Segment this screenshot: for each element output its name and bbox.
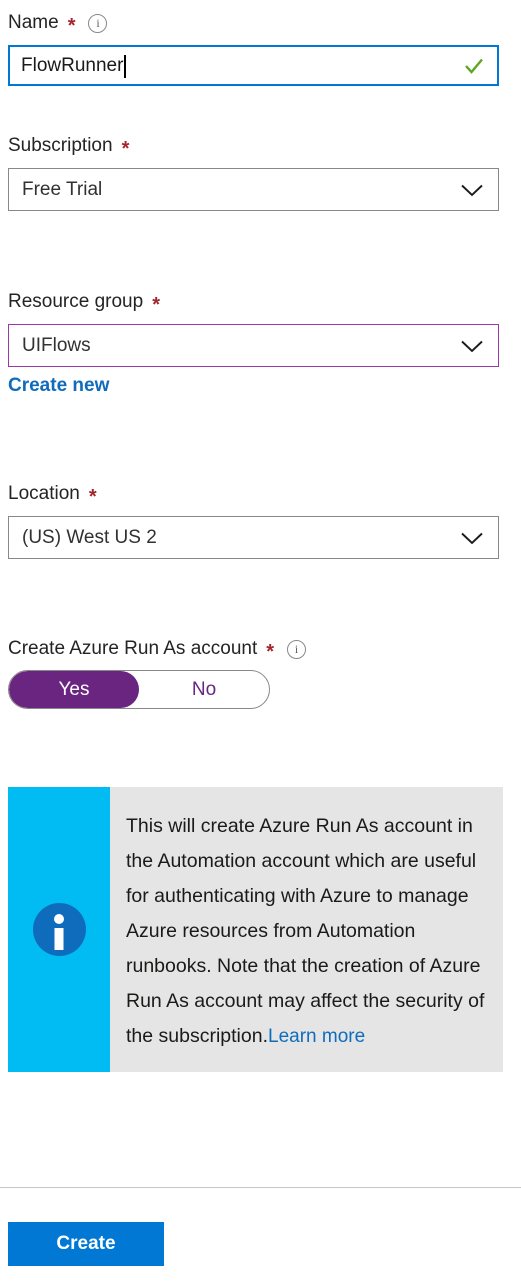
chevron-down-icon — [460, 530, 484, 545]
required-asterisk: * — [67, 15, 76, 37]
info-banner-body: This will create Azure Run As account in… — [110, 787, 503, 1072]
run-as-label-row: Create Azure Run As account * i — [8, 636, 499, 662]
text-caret — [124, 55, 127, 78]
run-as-toggle[interactable]: Yes No — [8, 670, 270, 709]
create-button[interactable]: Create — [8, 1222, 164, 1266]
chevron-down-icon — [460, 182, 484, 197]
run-as-label: Create Azure Run As account — [8, 638, 258, 659]
required-asterisk: * — [121, 138, 130, 160]
footer-divider — [0, 1187, 521, 1188]
location-label: Location — [8, 483, 80, 504]
info-circle-icon — [32, 903, 86, 956]
green-checkmark-icon — [463, 55, 485, 77]
field-subscription: Subscription * Free Trial — [8, 133, 499, 211]
subscription-label-row: Subscription * — [8, 133, 499, 159]
subscription-select[interactable]: Free Trial — [8, 168, 499, 211]
info-banner-text: This will create Azure Run As account in… — [126, 815, 485, 1047]
name-label-row: Name * i — [8, 10, 499, 36]
create-new-resource-group-link[interactable]: Create new — [8, 373, 109, 398]
info-icon-stem — [54, 928, 64, 950]
field-create-run-as-account: Create Azure Run As account * i Yes No — [8, 636, 499, 709]
name-label: Name — [8, 12, 59, 33]
location-select-value: (US) West US 2 — [22, 526, 157, 548]
field-resource-group: Resource group * UIFlows Create new — [8, 289, 499, 398]
info-banner: This will create Azure Run As account in… — [8, 787, 503, 1072]
required-asterisk: * — [152, 294, 160, 316]
info-icon[interactable]: i — [88, 13, 108, 33]
field-location: Location * (US) West US 2 — [8, 481, 499, 559]
resource-group-select-value: UIFlows — [22, 334, 91, 356]
chevron-down-icon — [460, 338, 484, 353]
subscription-select-value: Free Trial — [22, 178, 103, 200]
name-input[interactable]: FlowRunner — [8, 45, 499, 86]
info-icon-dot — [54, 914, 64, 924]
field-name: Name * i FlowRunner — [8, 10, 499, 86]
info-icon[interactable]: i — [287, 639, 307, 659]
resource-group-label-row: Resource group * — [8, 289, 499, 315]
name-input-value: FlowRunner — [21, 54, 124, 76]
info-banner-stripe — [8, 787, 110, 1072]
toggle-option-no[interactable]: No — [139, 671, 269, 708]
toggle-option-yes[interactable]: Yes — [9, 671, 139, 708]
required-asterisk: * — [266, 641, 275, 663]
resource-group-label: Resource group — [8, 291, 144, 312]
learn-more-link[interactable]: Learn more — [268, 1019, 365, 1054]
location-select[interactable]: (US) West US 2 — [8, 516, 499, 559]
subscription-label: Subscription — [8, 135, 113, 156]
location-label-row: Location * — [8, 481, 499, 507]
required-asterisk: * — [88, 486, 97, 508]
resource-group-select[interactable]: UIFlows — [8, 324, 499, 367]
